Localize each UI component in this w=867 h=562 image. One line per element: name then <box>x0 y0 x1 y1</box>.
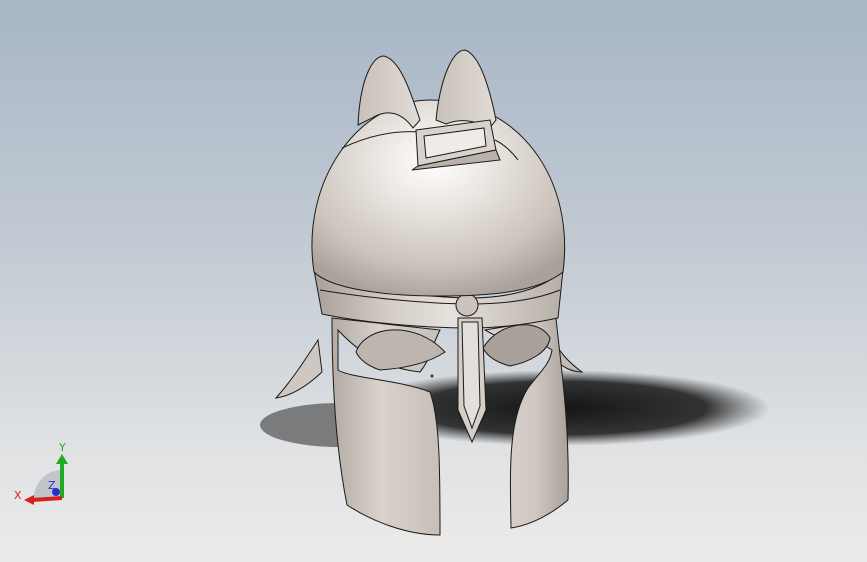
helmet-model[interactable] <box>0 0 867 562</box>
triad-x-arrow-icon <box>24 495 34 505</box>
triad-x-label: X <box>14 489 22 502</box>
triad-y-label: Y <box>58 441 66 454</box>
eye-openings <box>355 324 551 371</box>
graphics-viewport[interactable]: Y X Z <box>0 0 867 562</box>
triad-z-label: Z <box>48 479 56 492</box>
reference-triad[interactable]: Y X Z <box>12 440 82 510</box>
surface-mark <box>430 374 434 378</box>
triad-x-axis <box>31 496 63 502</box>
triad-y-arrow-icon <box>56 454 68 464</box>
